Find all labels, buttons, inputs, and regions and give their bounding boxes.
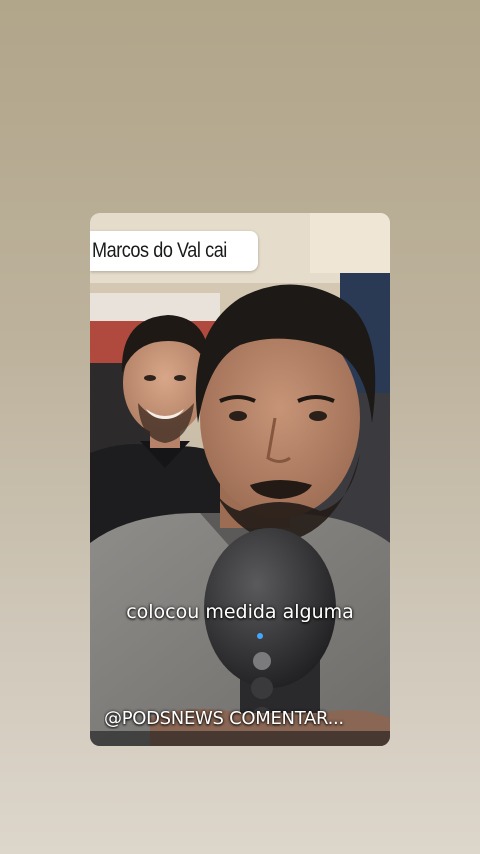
title-banner: Marcos do Val cai bbox=[90, 231, 258, 271]
story-title: Marcos do Val cai bbox=[92, 239, 228, 263]
video-frame bbox=[90, 213, 390, 746]
video-caption: colocou medida alguma bbox=[90, 601, 390, 623]
story-card[interactable]: Marcos do Val cai colocou medida alguma … bbox=[90, 213, 390, 746]
channel-handle[interactable]: @PODSNEWS COMENTAR... bbox=[104, 708, 384, 729]
